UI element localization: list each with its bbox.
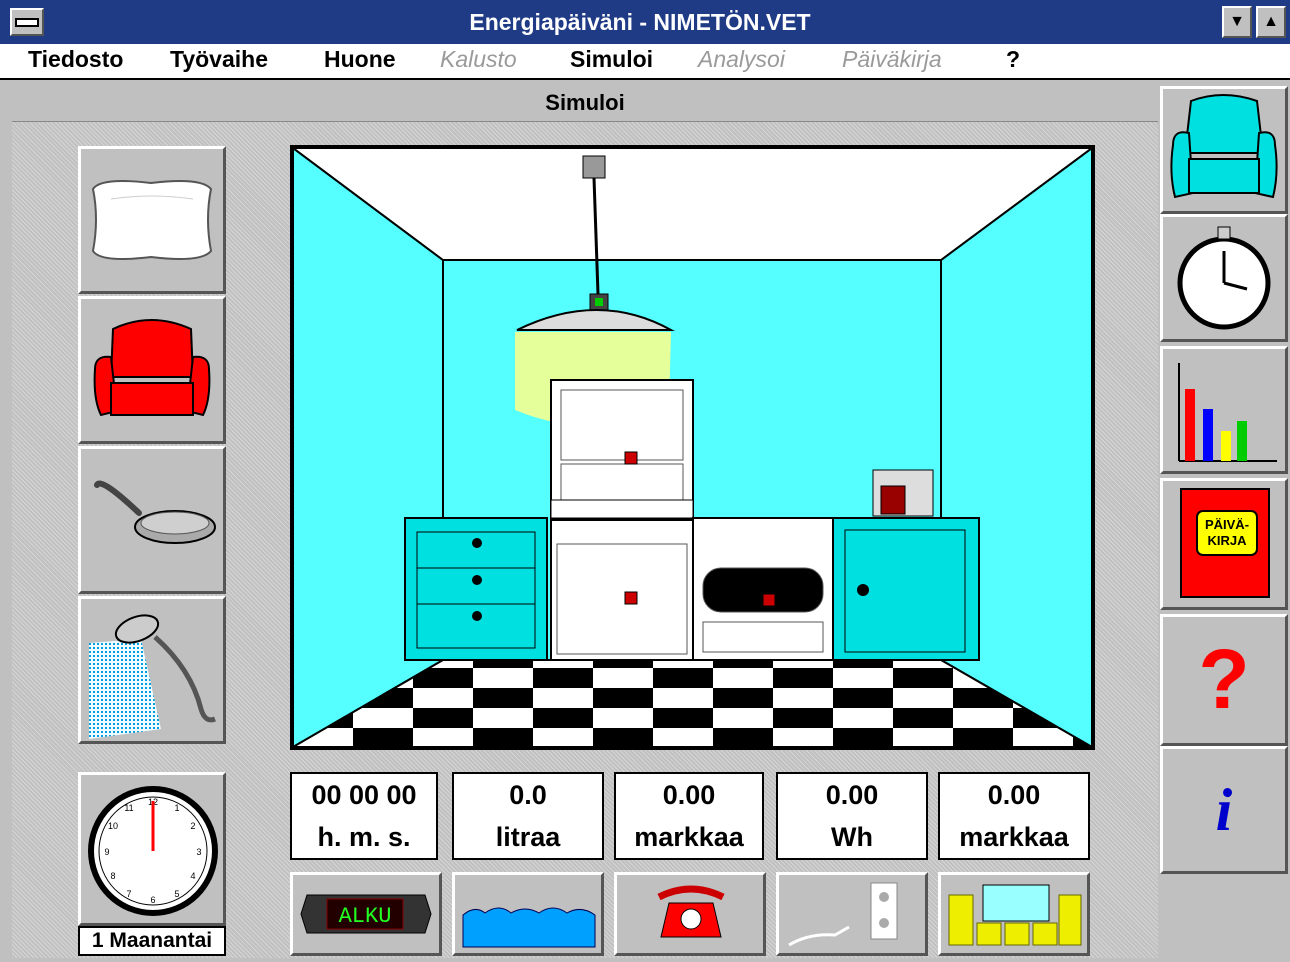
menu-huone[interactable]: Huone — [324, 46, 396, 73]
readout-time-value: 00 00 00 — [311, 780, 417, 810]
svg-text:8: 8 — [110, 871, 115, 881]
red-armchair-button[interactable] — [78, 296, 226, 444]
alku-display-icon: ALKU — [300, 894, 432, 934]
svg-text:3: 3 — [196, 847, 201, 857]
telephone-icon — [657, 885, 725, 938]
diary-book-icon: PÄIVÄ- KIRJA — [1180, 488, 1270, 598]
system-menu-button[interactable] — [10, 8, 44, 36]
svg-text:1: 1 — [174, 803, 179, 813]
readout-energy-unit: Wh — [831, 822, 873, 852]
svg-text:10: 10 — [108, 821, 118, 831]
shower-button[interactable] — [78, 596, 226, 744]
readout-water-cost-value: 0.00 — [662, 780, 716, 810]
frying-pan-icon — [94, 480, 216, 544]
minimize-button[interactable]: ▼ — [1222, 6, 1252, 38]
menu-tyovaihe[interactable]: Työvaihe — [170, 46, 268, 73]
day-label: 1 Maanantai — [78, 926, 226, 956]
shower-icon — [89, 614, 216, 739]
maximize-icon: ▲ — [1263, 13, 1279, 30]
alku-button[interactable]: ALKU — [290, 872, 442, 956]
svg-text:9: 9 — [104, 847, 109, 857]
pillow-button[interactable] — [78, 146, 226, 294]
clock-icon: 12123 4567 891011 — [88, 786, 218, 916]
alku-text: ALKU — [339, 904, 392, 929]
svg-text:4: 4 — [190, 871, 195, 881]
minimize-icon: ▼ — [1229, 13, 1245, 30]
svg-text:7: 7 — [126, 889, 131, 899]
money-button[interactable] — [938, 872, 1090, 956]
readout-energy-value: 0.00 — [825, 780, 879, 810]
menu-bar: Tiedosto Työvaihe Huone Kalusto Simuloi … — [0, 44, 1290, 80]
water-button[interactable] — [452, 872, 604, 956]
panel-title: Simuloi — [545, 90, 625, 115]
readout-time: 00 00 00 h. m. s. — [290, 772, 438, 860]
kitchen-illustration — [293, 148, 1092, 747]
readout-water-cost: 0.00 markkaa — [614, 772, 764, 860]
svg-text:6: 6 — [150, 895, 155, 905]
window-title: Energiapäiväni - NIMETÖN.VET — [469, 9, 811, 35]
svg-text:5: 5 — [174, 889, 179, 899]
pillow-icon — [91, 180, 213, 260]
readout-energy: 0.00 Wh — [776, 772, 928, 860]
day-clock: 12123 4567 891011 — [78, 772, 226, 926]
frying-pan-button[interactable] — [78, 446, 226, 594]
readout-energy-cost: 0.00 markkaa — [938, 772, 1090, 860]
menu-help[interactable]: ? — [1006, 46, 1020, 73]
info-icon: i — [1215, 777, 1233, 843]
menu-kalusto[interactable]: Kalusto — [440, 46, 517, 73]
svg-text:2: 2 — [190, 821, 195, 831]
water-icon — [462, 907, 596, 948]
red-armchair-icon — [93, 319, 211, 417]
stopwatch-button[interactable] — [1160, 214, 1288, 342]
menu-paivakirja[interactable]: Päiväkirja — [842, 46, 942, 73]
readout-time-unit: h. m. s. — [317, 822, 411, 852]
readout-water-unit: litraa — [495, 822, 561, 852]
analysis-chart-button[interactable] — [1160, 346, 1288, 474]
panel-header: Simuloi — [12, 86, 1158, 122]
readout-energy-cost-unit: markkaa — [959, 822, 1069, 852]
help-question-icon: ? — [1198, 632, 1250, 726]
maximize-button[interactable]: ▲ — [1256, 6, 1286, 38]
diary-text-line2: KIRJA — [1207, 533, 1247, 548]
info-button[interactable]: i — [1160, 746, 1288, 874]
power-plug-icon — [788, 882, 898, 947]
stopwatch-icon — [1177, 226, 1271, 330]
cyan-armchair-icon — [1170, 94, 1278, 199]
system-menu-icon — [15, 17, 39, 27]
readout-water-cost-unit: markkaa — [634, 822, 744, 852]
bar-chart-icon — [1178, 363, 1277, 462]
menu-analysoi[interactable]: Analysoi — [698, 46, 785, 73]
menu-tiedosto[interactable]: Tiedosto — [28, 46, 123, 73]
menu-simuloi[interactable]: Simuloi — [570, 46, 653, 73]
help-button[interactable]: ? — [1160, 614, 1288, 746]
money-icon — [948, 884, 1082, 946]
telephone-button[interactable] — [614, 872, 766, 956]
svg-text:11: 11 — [124, 803, 133, 813]
diary-text-line1: PÄIVÄ- — [1205, 517, 1249, 532]
kitchen-scene — [290, 145, 1095, 750]
power-button[interactable] — [776, 872, 928, 956]
cyan-armchair-button[interactable] — [1160, 86, 1288, 214]
readout-water: 0.0 litraa — [452, 772, 604, 860]
readout-water-value: 0.0 — [509, 780, 547, 810]
diary-button[interactable]: PÄIVÄ- KIRJA — [1160, 478, 1288, 610]
readout-energy-cost-value: 0.00 — [987, 780, 1041, 810]
